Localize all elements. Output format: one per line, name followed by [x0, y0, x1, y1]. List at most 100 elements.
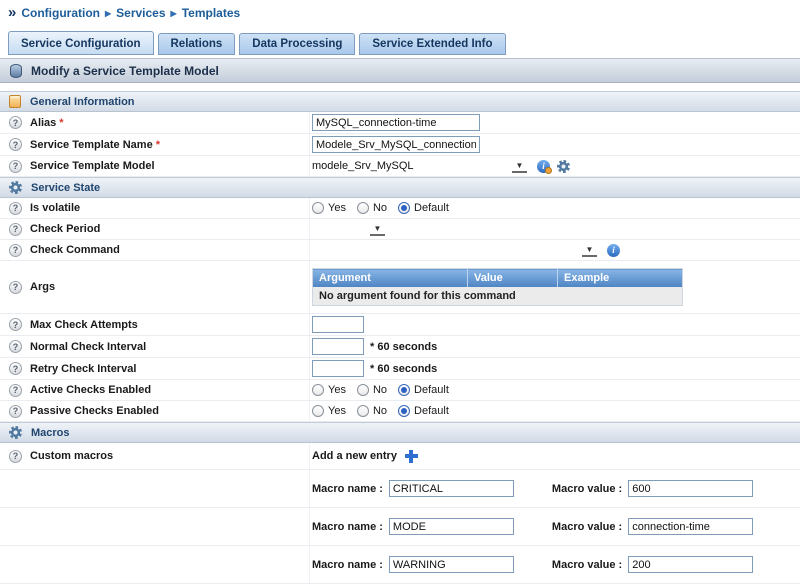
info-icon[interactable]: i	[607, 244, 620, 257]
macro-name-input[interactable]	[389, 556, 514, 573]
radio-option-no[interactable]: No	[357, 384, 387, 396]
service-template-model-value: modele_Srv_MySQL	[312, 160, 510, 172]
tab-data-processing[interactable]: Data Processing	[239, 33, 355, 55]
tab-bar: Service Configuration Relations Data Pro…	[0, 25, 800, 55]
radio-option-yes[interactable]: Yes	[312, 384, 346, 396]
breadcrumb-link-services[interactable]: Services	[116, 6, 165, 20]
tab-service-configuration[interactable]: Service Configuration	[8, 31, 154, 55]
note-icon	[9, 95, 21, 108]
help-icon[interactable]: ?	[9, 116, 22, 129]
radio-icon[interactable]	[398, 405, 410, 417]
max-check-attempts-label: Max Check Attempts	[30, 319, 138, 331]
check-period-select[interactable]: ▼	[312, 223, 385, 236]
is-volatile-label: Is volatile	[30, 202, 80, 214]
gear-icon[interactable]	[557, 160, 570, 173]
dropdown-arrow-icon[interactable]: ▼	[582, 244, 597, 257]
radio-option-yes[interactable]: Yes	[312, 405, 346, 417]
required-mark: *	[156, 139, 160, 151]
template-info-icon[interactable]: i	[537, 160, 550, 173]
service-template-model-select[interactable]: modele_Srv_MySQL ▼	[312, 160, 527, 173]
max-check-attempts-input[interactable]	[312, 316, 364, 333]
check-period-label: Check Period	[30, 223, 100, 235]
macro-value-input[interactable]	[628, 518, 753, 535]
args-empty-row: No argument found for this command	[313, 287, 683, 306]
dropdown-arrow-icon[interactable]: ▼	[370, 223, 385, 236]
radio-option-no[interactable]: No	[357, 202, 387, 214]
radio-icon[interactable]	[357, 202, 369, 214]
radio-option-default[interactable]: Default	[398, 405, 449, 417]
form-row-check-command: ? Check Command ▼ i	[0, 240, 800, 261]
help-icon[interactable]: ?	[9, 223, 22, 236]
radio-option-no[interactable]: No	[357, 405, 387, 417]
help-icon[interactable]: ?	[9, 340, 22, 353]
macro-value-input[interactable]	[628, 480, 753, 497]
passive-checks-radio-group: Yes No Default	[312, 405, 460, 417]
radio-option-default[interactable]: Default	[398, 384, 449, 396]
radio-option-yes[interactable]: Yes	[312, 202, 346, 214]
help-icon[interactable]: ?	[9, 138, 22, 151]
form-row-retry-check-interval: ? Retry Check Interval * 60 seconds	[0, 358, 800, 380]
help-icon[interactable]: ?	[9, 384, 22, 397]
service-template-name-input[interactable]	[312, 136, 480, 153]
check-command-field-cell: ▼ i	[310, 242, 800, 259]
active-checks-label-cell: ? Active Checks Enabled	[0, 380, 310, 400]
page-title: Modify a Service Template Model	[31, 64, 219, 78]
help-icon[interactable]: ?	[9, 160, 22, 173]
form-row-active-checks-enabled: ? Active Checks Enabled Yes No Default	[0, 380, 800, 401]
retry-check-interval-input[interactable]	[312, 360, 364, 377]
help-icon[interactable]: ?	[9, 318, 22, 331]
args-header-row: Argument Value Example	[313, 269, 683, 288]
breadcrumb-link-templates[interactable]: Templates	[182, 6, 240, 20]
radio-icon[interactable]	[398, 384, 410, 396]
help-icon[interactable]: ?	[9, 450, 22, 463]
custom-macros-label: Custom macros	[30, 450, 113, 462]
radio-icon[interactable]	[312, 202, 324, 214]
macro-row-label-cell	[0, 508, 310, 545]
tab-service-extended-info[interactable]: Service Extended Info	[359, 33, 505, 55]
form-row-service-template-name: ? Service Template Name *	[0, 134, 800, 156]
passive-checks-label-cell: ? Passive Checks Enabled	[0, 401, 310, 421]
help-icon[interactable]: ?	[9, 244, 22, 257]
macro-name-input[interactable]	[389, 518, 514, 535]
max-check-attempts-field-cell	[310, 314, 800, 335]
add-macro-icon[interactable]	[405, 450, 418, 463]
is-volatile-label-cell: ? Is volatile	[0, 198, 310, 218]
macro-row-critical: Macro name : Macro value :	[0, 470, 800, 508]
check-command-select[interactable]: ▼	[312, 244, 597, 257]
required-mark: *	[59, 117, 63, 129]
gear-icon	[9, 426, 22, 439]
radio-icon[interactable]	[312, 384, 324, 396]
normal-check-interval-input[interactable]	[312, 338, 364, 355]
breadcrumb-link-configuration[interactable]: Configuration	[21, 6, 100, 20]
help-icon[interactable]: ?	[9, 405, 22, 418]
alias-input[interactable]	[312, 114, 480, 131]
service-template-model-label: Service Template Model	[30, 160, 155, 172]
form-row-passive-checks-enabled: ? Passive Checks Enabled Yes No Default	[0, 401, 800, 422]
tab-relations[interactable]: Relations	[158, 33, 236, 55]
radio-option-default[interactable]: Default	[398, 202, 449, 214]
is-volatile-radio-group: Yes No Default	[312, 202, 460, 214]
radio-icon[interactable]	[398, 202, 410, 214]
section-general-information: General Information	[0, 91, 800, 112]
retry-check-interval-label-cell: ? Retry Check Interval	[0, 358, 310, 379]
radio-icon[interactable]	[357, 384, 369, 396]
macro-name-input[interactable]	[389, 480, 514, 497]
active-checks-label: Active Checks Enabled	[30, 384, 151, 396]
service-template-model-field-cell: modele_Srv_MySQL ▼ i	[310, 158, 800, 175]
radio-icon[interactable]	[312, 405, 324, 417]
help-icon[interactable]: ?	[9, 202, 22, 215]
help-icon[interactable]: ?	[9, 281, 22, 294]
radio-icon[interactable]	[357, 405, 369, 417]
form-row-max-check-attempts: ? Max Check Attempts	[0, 314, 800, 336]
alias-label-cell: ? Alias *	[0, 112, 310, 133]
form-row-args: ? Args Argument Value Example No argumen…	[0, 261, 800, 314]
args-empty-message: No argument found for this command	[313, 287, 683, 306]
section-title: General Information	[30, 96, 135, 108]
macro-value-input[interactable]	[628, 556, 753, 573]
normal-check-interval-label-cell: ? Normal Check Interval	[0, 336, 310, 357]
help-icon[interactable]: ?	[9, 362, 22, 375]
dropdown-arrow-icon[interactable]: ▼	[512, 160, 527, 173]
add-entry-label: Add a new entry	[312, 450, 397, 462]
section-service-state: Service State	[0, 177, 800, 198]
form-row-alias: ? Alias *	[0, 112, 800, 134]
